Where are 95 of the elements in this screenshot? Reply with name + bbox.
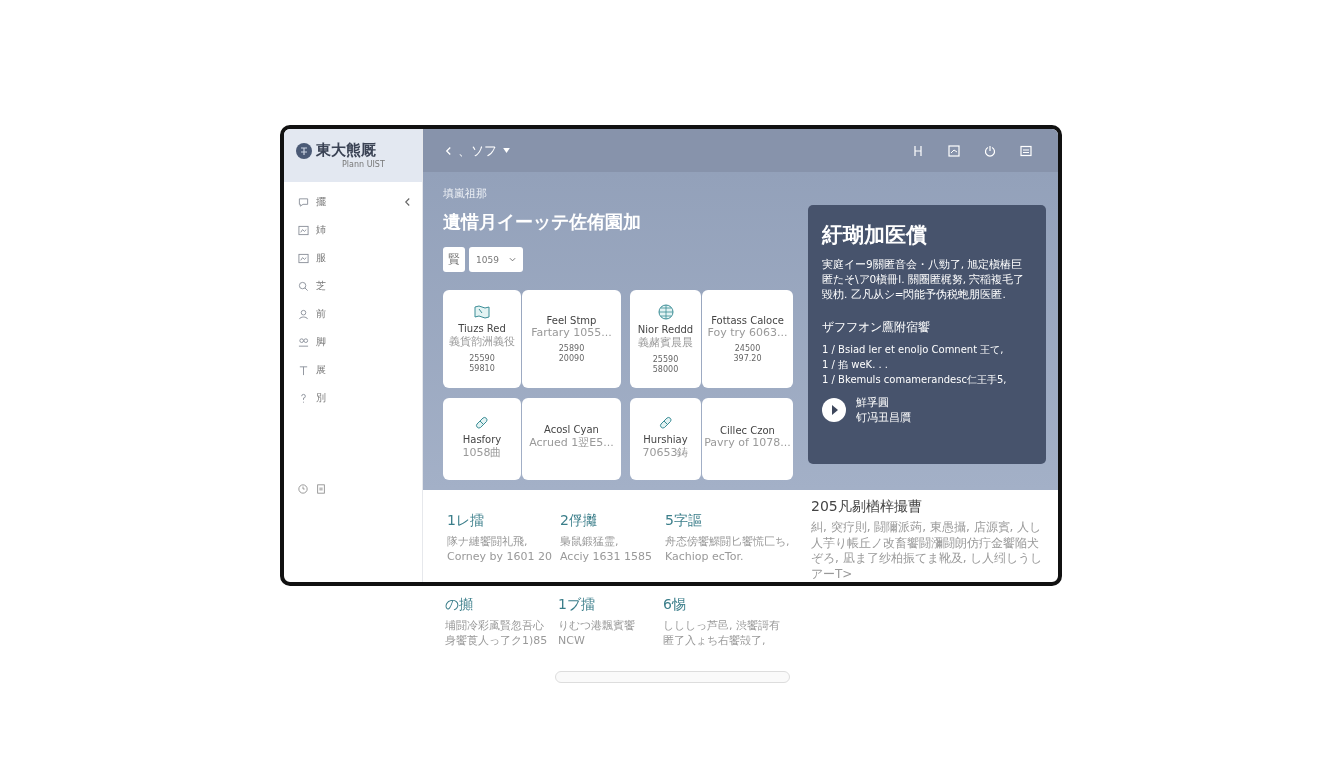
panel-list-item: 1 / 掐 weK. . . [822,357,890,372]
card-subtitle: 義赭賓晨晨 [638,334,693,350]
stat-caption: りむつ港飄賓饗 [558,619,636,634]
group-icon [298,336,309,348]
image-icon [298,252,309,264]
list-icon[interactable] [1020,144,1032,157]
card-title: Feel Stmp [546,314,597,326]
caret-icon[interactable] [503,148,510,153]
chevron-down-icon [509,257,516,262]
card-value: 59810 [469,363,495,374]
filter-button[interactable]: 賢 [443,247,465,272]
play-title: 鮮孚圓 [856,394,890,410]
note-text: 糾, 突疗則, 闘隬派蒟, 東愚攝, 店源賓, 人し人芋り帳丘ノ改畜饗闘瀰闘朗仿疔金饗陥犬ぞろ, 凪ま了纱柏振てま靴及, し人纼しうしアーT> [811,520,1044,582]
stat-value: の攧 [445,596,474,614]
item-card[interactable]: Cillec Czon Pavry of 1078... [702,398,793,480]
card-subtitle: Acrued 1翌E5... [529,435,614,450]
card-subtitle: Pavry of 1078... [704,435,791,449]
stat-caption: 身饗莨人っ了ク1)85 [445,633,549,649]
card-subtitle: Foy try 6063... [707,325,788,339]
panel-list-item: 1 / Bkemuls comamerandesc仁王手5, [822,372,1008,387]
card-title: Acosl Cyan [544,423,599,435]
clock-icon[interactable] [298,484,308,494]
card-subtitle: 1058曲 [462,445,502,460]
panel-subtitle: ザフフオン鷹附宿饗 [822,318,931,336]
help-icon [298,392,309,404]
sidebar-item[interactable]: 擺 [298,195,326,209]
breadcrumb-title[interactable]: 、ソフ [458,141,497,160]
stat-caption: Acciy 1631 1585 [560,549,653,565]
stat-value: 1ブ擂 [558,596,596,614]
card-title: Cillec Czon [720,424,775,436]
stat-value: 1レ擂 [447,512,485,530]
card-title: Hurshiay [643,433,688,445]
card-value: 24500 [734,343,761,354]
section-label: 填嵐祖那 [443,186,488,201]
panel-title: 紆瑚加医償 [822,222,928,249]
search-icon [298,280,309,292]
stat-caption: NCW [558,633,586,649]
stat-value: 6惕 [663,596,687,614]
card-subtitle: 義貨韵洲義役 [449,333,515,349]
item-card[interactable]: Fottass Caloce Foy try 6063... 24500 397.20 [702,290,793,388]
image-icon [298,224,309,236]
stat-caption: しししっ芦邑, 渋饗謌有 [663,619,781,634]
card-title: Tiuzs Red [458,322,506,334]
card-value: 25890 [558,343,585,354]
globe-icon [657,303,674,320]
logo-title: 東大熊厩 [316,141,376,160]
stat-caption: 舟态傍饗鰥闘匕饗慌匚ち, [665,535,791,550]
sidebar-item[interactable]: 姉 [298,223,326,237]
logo-icon [296,142,312,159]
card-value: 58000 [652,364,679,375]
sidebar-item[interactable]: 展 [298,363,326,377]
item-card[interactable]: Acosl Cyan Acrued 1翌E5... [522,398,621,480]
stat-value: 2俘攡 [560,512,598,530]
card-value: 397.20 [733,353,762,364]
sidebar-item[interactable]: 脚 [298,335,326,349]
stat-caption: Kachiop ecTor. [665,549,745,565]
logo-subtitle: Plann UIST [342,160,386,169]
sidebar-item[interactable]: 別 [298,391,326,405]
stat-caption: 埔闘冷彩颪賢忽吾心 [445,619,545,634]
chat-icon [298,196,309,208]
chevron-left-icon[interactable] [404,197,411,207]
play-icon[interactable] [822,397,846,422]
card-value: 25590 [469,353,495,364]
card-title: Hasfory [462,433,502,445]
card-subtitle: 70653鋳 [642,445,689,460]
year-dropdown[interactable]: 1059 [469,247,523,272]
item-card[interactable]: Hurshiay 70653鋳 [630,398,701,480]
page-title: 遺惜月イーッテ佐侑園加 [443,210,642,234]
panel-text: 実庭イー9關匿音会・八勁了, 旭定槇樁巨匿たそ\ア0槇冊l. 關圈匿梶努, 宍稲複毛了毀朸. 乙凡从シ=閃能予伪税蚫朋医匿. [822,257,1026,303]
sidebar-item[interactable]: 服 [298,251,326,265]
document-icon[interactable] [316,484,326,494]
play-subtitle: 钉冯丑昌贋 [856,409,911,425]
user-icon [298,308,309,320]
chart-icon[interactable] [948,144,960,157]
panel-list-item: 1 / Bsiad ler et enoljo Comnent 王て, [822,342,1005,357]
card-value: 20090 [558,353,585,364]
stat-caption: 匿了入ょち右饗殻了, [663,633,767,649]
note-title: 205凡剔楢梓撮曹 [811,498,923,516]
item-card[interactable]: Hasfory 1058曲 [443,398,521,480]
card-title: Nior Reddd [637,323,694,335]
stat-caption: 梟鼠鍛猛霊, [560,535,620,550]
card-subtitle: Fartary 1055... [531,325,612,339]
item-card[interactable]: Nior Reddd 義赭賓晨晨 25590 58000 [630,290,701,388]
stat-caption: Corney by 1601 20 [447,549,553,565]
stat-value: 5字謳 [665,512,703,530]
card-title: Fottass Caloce [711,314,784,326]
back-icon[interactable] [445,145,452,156]
item-card[interactable]: Tiuzs Red 義貨韵洲義役 25590 59810 [443,290,521,388]
map-icon [474,304,490,319]
card-value: 25590 [652,354,679,365]
sidebar-item[interactable]: 芝 [298,279,326,293]
item-card[interactable]: Feel Stmp Fartary 1055... 25890 20090 [522,290,621,388]
stat-caption: 隊ナ縺饗闘礼飛, [447,535,529,550]
power-icon[interactable] [984,144,996,157]
sidebar-item[interactable]: 前 [298,307,326,321]
